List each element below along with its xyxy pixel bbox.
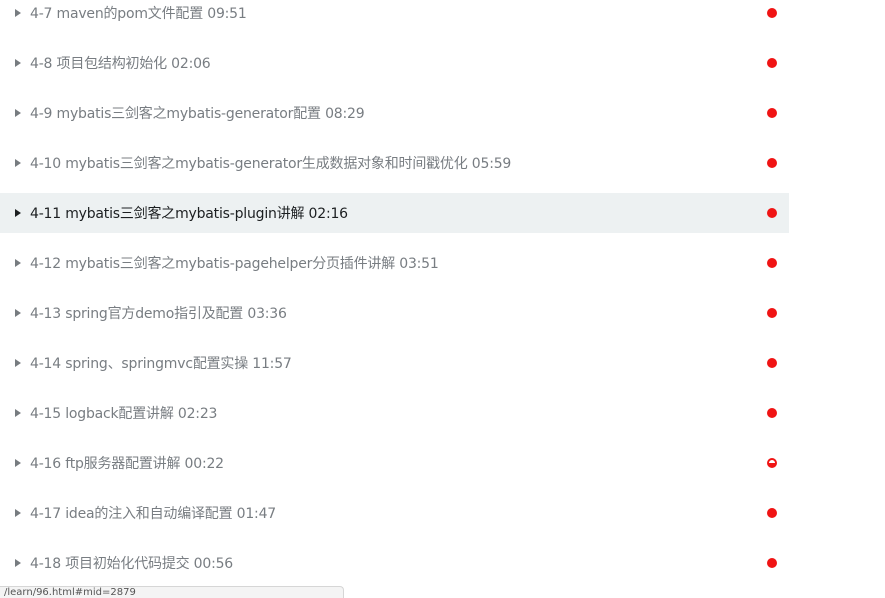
chapter-title: 4-12 mybatis三剑客之mybatis-pagehelper分页插件讲解… [30, 256, 439, 272]
progress-dot-icon [767, 158, 777, 168]
play-icon [15, 9, 21, 17]
chapter-row[interactable]: 4-13 spring官方demo指引及配置 03:36 [0, 293, 789, 333]
progress-dot-icon [767, 108, 777, 118]
chapter-row[interactable]: 4-16 ftp服务器配置讲解 00:22 [0, 443, 789, 483]
play-icon [15, 409, 21, 417]
chapter-row[interactable]: 4-17 idea的注入和自动编译配置 01:47 [0, 493, 789, 533]
chapter-title: 4-17 idea的注入和自动编译配置 01:47 [30, 506, 276, 522]
chapter-row[interactable]: 4-14 spring、springmvc配置实操 11:57 [0, 343, 789, 383]
progress-dot-icon [767, 408, 777, 418]
chapter-title: 4-14 spring、springmvc配置实操 11:57 [30, 356, 292, 372]
progress-dot-icon [767, 358, 777, 368]
chapter-row-active[interactable]: 4-11 mybatis三剑客之mybatis-plugin讲解 02:16 [0, 193, 789, 233]
play-icon [15, 509, 21, 517]
chapter-title: 4-15 logback配置讲解 02:23 [30, 406, 218, 422]
play-icon [15, 159, 21, 167]
chapter-title: 4-18 项目初始化代码提交 00:56 [30, 556, 234, 572]
play-icon [15, 559, 21, 567]
chapter-title: 4-10 mybatis三剑客之mybatis-generator生成数据对象和… [30, 156, 512, 172]
progress-dot-icon [767, 558, 777, 568]
play-icon [15, 359, 21, 367]
chapter-title: 4-11 mybatis三剑客之mybatis-plugin讲解 02:16 [30, 206, 348, 222]
play-icon [15, 209, 21, 217]
chapter-row[interactable]: 4-7 maven的pom文件配置 09:51 [0, 0, 789, 33]
play-icon [15, 309, 21, 317]
progress-partial-dot-icon [767, 458, 777, 468]
play-icon [15, 59, 21, 67]
chapter-title: 4-7 maven的pom文件配置 09:51 [30, 6, 247, 22]
progress-dot-icon [767, 308, 777, 318]
play-icon [15, 109, 21, 117]
chapter-row[interactable]: 4-15 logback配置讲解 02:23 [0, 393, 789, 433]
play-icon [15, 459, 21, 467]
status-url: /learn/96.html#mid=2879 [4, 587, 136, 598]
chapter-row[interactable]: 4-12 mybatis三剑客之mybatis-pagehelper分页插件讲解… [0, 243, 789, 283]
chapter-title: 4-13 spring官方demo指引及配置 03:36 [30, 306, 287, 322]
chapter-row[interactable]: 4-8 项目包结构初始化 02:06 [0, 43, 789, 83]
chapter-title: 4-9 mybatis三剑客之mybatis-generator配置 08:29 [30, 106, 365, 122]
progress-dot-icon [767, 58, 777, 68]
chapter-row[interactable]: 4-18 项目初始化代码提交 00:56 [0, 543, 789, 583]
chapter-title: 4-8 项目包结构初始化 02:06 [30, 56, 211, 72]
chapter-row[interactable]: 4-9 mybatis三剑客之mybatis-generator配置 08:29 [0, 93, 789, 133]
play-icon [15, 259, 21, 267]
chapter-title: 4-16 ftp服务器配置讲解 00:22 [30, 456, 224, 472]
progress-dot-icon [767, 8, 777, 18]
progress-dot-icon [767, 508, 777, 518]
browser-status-bar: /learn/96.html#mid=2879 [0, 586, 344, 598]
chapter-row[interactable]: 4-10 mybatis三剑客之mybatis-generator生成数据对象和… [0, 143, 789, 183]
progress-dot-icon [767, 258, 777, 268]
progress-dot-icon [767, 208, 777, 218]
